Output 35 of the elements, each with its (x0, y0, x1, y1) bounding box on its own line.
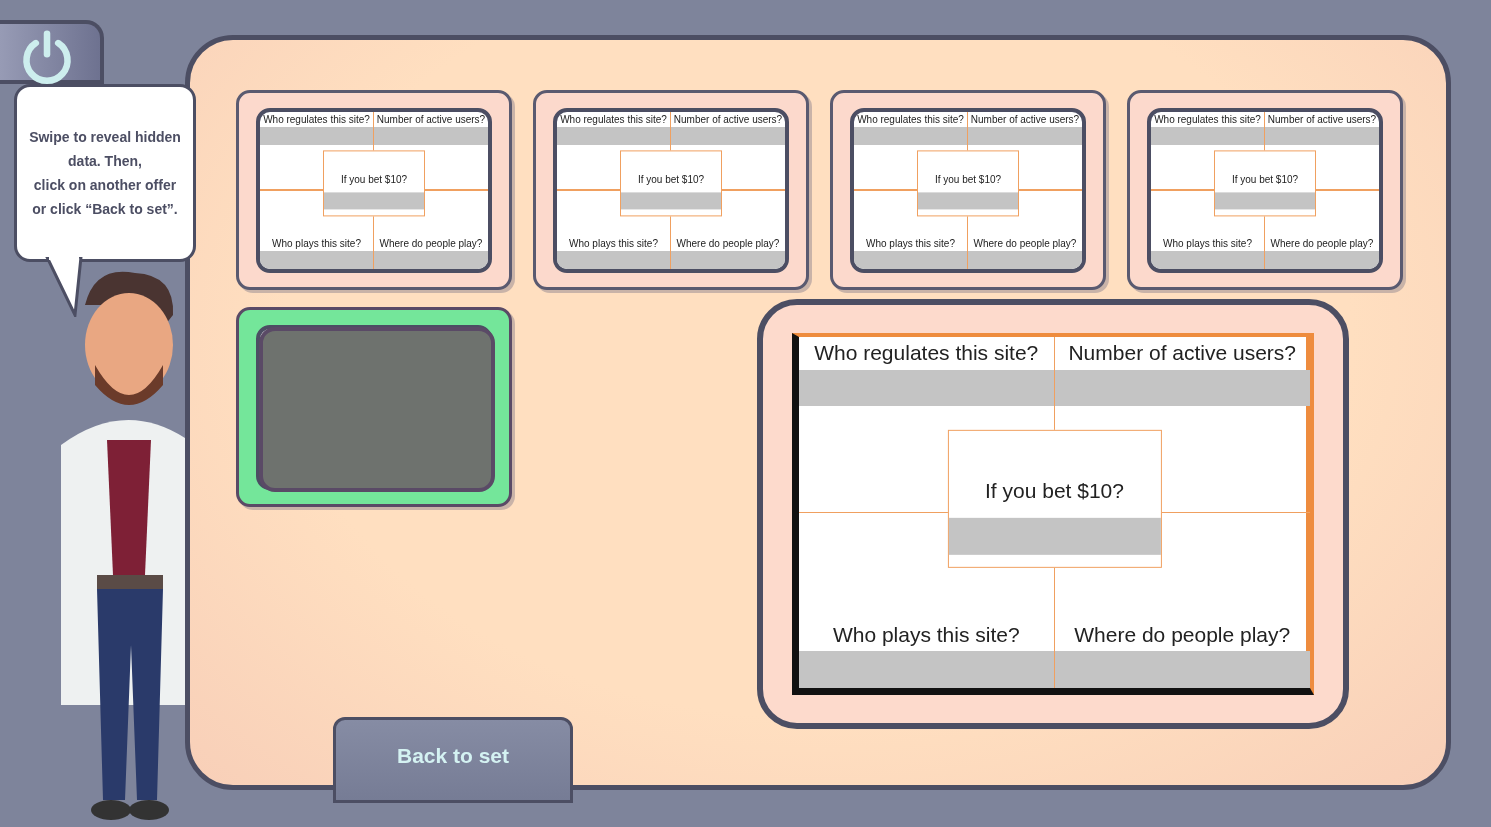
question-label: If you bet $10? (637, 173, 705, 187)
question-label: Number of active users? (1068, 340, 1297, 367)
hint-text: click on another offer (33, 177, 177, 193)
offer-card[interactable]: Who regulates this site? Number of active users? If you bet $10? Who plays this site? Where do people play? (1127, 90, 1403, 290)
offer-card[interactable]: Who regulates this site? Number of active users? If you bet $10? Who plays this site? Where do people play? (830, 90, 1106, 290)
offer-card[interactable]: Who regulates this site? Number of active users? If you bet $10? Who plays this site? Where do people play? (236, 90, 512, 290)
question-label: Who regulates this site? (1154, 112, 1261, 127)
hint-text: Swipe to reveal hidden (29, 129, 181, 145)
question-label: Number of active users? (970, 112, 1080, 127)
hint-text: data. Then, (68, 153, 142, 169)
question-label: If you bet $10? (985, 477, 1124, 504)
question-label: Who plays this site? (1163, 236, 1252, 251)
offer-card[interactable]: Who regulates this site? Number of active users? If you bet $10? Who plays this site? Where do people play? (533, 90, 809, 290)
question-label: Who regulates this site? (814, 340, 1039, 367)
question-label: If you bet $10? (1231, 173, 1299, 187)
question-label: Who regulates this site? (560, 112, 667, 127)
question-label: Who plays this site? (272, 236, 361, 251)
question-label: Who plays this site? (832, 621, 1020, 648)
question-label: Where do people play? (1270, 236, 1374, 251)
question-label: Who plays this site? (569, 236, 658, 251)
question-label: Who regulates this site? (263, 112, 370, 127)
question-label: Where do people play? (1074, 621, 1291, 648)
power-button[interactable] (0, 20, 104, 84)
offer-card[interactable] (236, 307, 512, 507)
hint-text: or click “Back to set”. (32, 201, 178, 217)
question-label: Number of active users? (673, 112, 783, 127)
question-label: If you bet $10? (934, 173, 1002, 187)
question-label: Number of active users? (376, 112, 486, 127)
question-label: Where do people play? (676, 236, 780, 251)
question-label: If you bet $10? (340, 173, 408, 187)
question-label: Who plays this site? (866, 236, 955, 251)
question-label: Where do people play? (973, 236, 1077, 251)
question-label: Where do people play? (379, 236, 483, 251)
question-label: Number of active users? (1267, 112, 1377, 127)
question-label: Who regulates this site? (857, 112, 964, 127)
